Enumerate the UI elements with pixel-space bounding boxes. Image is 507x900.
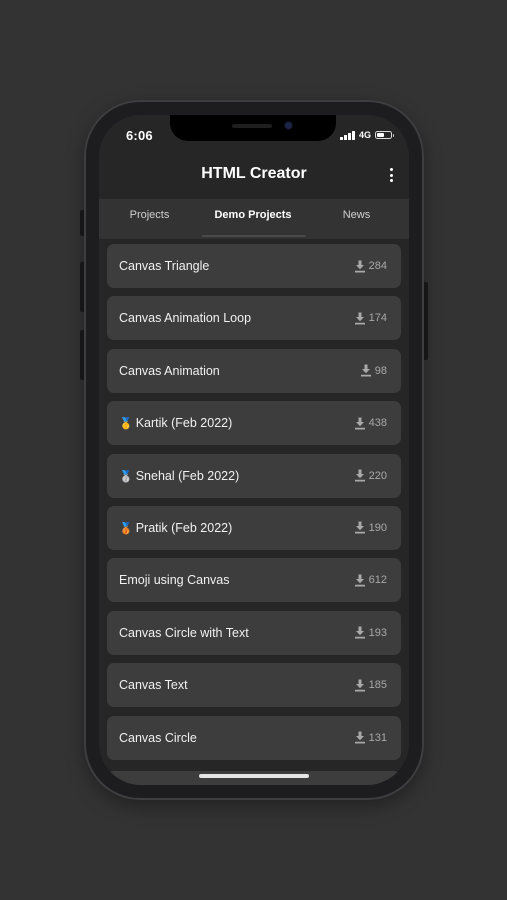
download-count-value: 174 bbox=[368, 312, 387, 325]
network-label: 4G bbox=[358, 130, 371, 140]
app-bar: HTML Creator bbox=[99, 153, 409, 197]
list-item[interactable]: Canvas Animation Loop 174 bbox=[107, 296, 401, 341]
item-title-text: Canvas Text bbox=[119, 678, 188, 693]
battery-icon bbox=[375, 131, 394, 139]
download-count: 220 bbox=[354, 454, 387, 498]
home-indicator[interactable] bbox=[199, 774, 309, 778]
download-count-value: 193 bbox=[368, 626, 387, 639]
download-icon bbox=[354, 574, 365, 587]
list-item[interactable]: Canvas Circle with Text 193 bbox=[107, 610, 401, 655]
download-icon bbox=[354, 626, 365, 639]
item-title: Canvas Animation Loop bbox=[119, 296, 251, 340]
download-count-value: 98 bbox=[374, 364, 387, 377]
medal-icon: 🥉 bbox=[119, 522, 133, 535]
notch bbox=[170, 115, 336, 141]
download-icon bbox=[354, 312, 365, 325]
status-indicators: 4G bbox=[340, 130, 394, 140]
download-count: 612 bbox=[354, 558, 387, 602]
download-count-value: 612 bbox=[368, 574, 387, 587]
item-title: 🥇 Kartik (Feb 2022) bbox=[119, 401, 232, 446]
list-item[interactable]: Canvas Animation 98 bbox=[107, 348, 401, 393]
download-count-value: 190 bbox=[368, 521, 387, 534]
item-title: Canvas Text bbox=[119, 663, 188, 707]
item-title: Canvas Circle bbox=[119, 716, 197, 760]
phone-screen: 6:06 4G HTML Creator Projects Demo Proje… bbox=[99, 115, 409, 785]
app-title: HTML Creator bbox=[201, 165, 307, 182]
item-title-text: Snehal (Feb 2022) bbox=[135, 468, 240, 483]
tab-demo-projects[interactable]: Demo Projects bbox=[201, 199, 305, 239]
download-icon bbox=[360, 364, 371, 377]
item-title: Canvas Circle with Text bbox=[119, 611, 249, 655]
download-icon bbox=[354, 469, 365, 482]
download-count: 185 bbox=[354, 663, 387, 707]
download-count: 284 bbox=[354, 244, 387, 288]
speaker bbox=[232, 124, 272, 128]
list-item[interactable]: Emoji using Canvas 612 bbox=[107, 558, 401, 603]
download-count: 174 bbox=[354, 296, 387, 340]
download-count: 438 bbox=[354, 401, 387, 445]
item-title-text: Canvas Animation bbox=[119, 363, 220, 378]
item-title-text: Pratik (Feb 2022) bbox=[135, 520, 233, 535]
tab-bar: Projects Demo Projects News bbox=[99, 199, 409, 239]
project-list: Canvas Triangle 284 Canvas Animation Loop 1… bbox=[107, 244, 401, 768]
item-title: Emoji using Canvas bbox=[119, 558, 229, 602]
more-vert-icon[interactable] bbox=[385, 166, 397, 184]
list-item[interactable]: Canvas Circle 131 bbox=[107, 715, 401, 760]
tab-news[interactable]: News bbox=[324, 199, 389, 239]
item-title: 🥉 Pratik (Feb 2022) bbox=[119, 506, 232, 551]
list-item[interactable]: 🥉 Pratik (Feb 2022) 190 bbox=[107, 505, 401, 551]
item-title-text: Canvas Animation Loop bbox=[119, 311, 252, 326]
medal-icon: 🥈 bbox=[119, 470, 133, 483]
download-count: 98 bbox=[360, 349, 387, 393]
signal-icon bbox=[340, 130, 355, 140]
item-title-text: Canvas Circle with Text bbox=[119, 625, 249, 640]
camera bbox=[285, 122, 292, 129]
download-icon bbox=[354, 521, 365, 534]
download-count-value: 131 bbox=[368, 731, 387, 744]
item-title-text: Canvas Triangle bbox=[119, 259, 210, 273]
download-icon bbox=[354, 679, 365, 692]
item-title-text: Canvas Circle bbox=[119, 730, 197, 745]
medal-icon: 🥇 bbox=[119, 418, 133, 431]
list-item[interactable]: 🥇 Kartik (Feb 2022) 438 bbox=[107, 401, 401, 446]
list-item[interactable]: Canvas Text 185 bbox=[107, 663, 401, 708]
item-title: Canvas Animation bbox=[119, 349, 220, 393]
download-icon bbox=[354, 260, 365, 272]
download-icon bbox=[354, 417, 365, 430]
download-count: 131 bbox=[354, 716, 387, 760]
download-count-value: 185 bbox=[368, 679, 387, 692]
list-item[interactable]: 🥈 Snehal (Feb 2022) 220 bbox=[107, 453, 401, 499]
download-icon bbox=[354, 731, 365, 744]
list-item[interactable]: Canvas Triangle 284 bbox=[107, 244, 401, 288]
phone-frame: 6:06 4G HTML Creator Projects Demo Proje… bbox=[84, 100, 424, 800]
download-count-value: 284 bbox=[368, 260, 387, 272]
tab-projects[interactable]: Projects bbox=[112, 199, 187, 239]
download-count: 193 bbox=[354, 611, 387, 655]
stage: 6:06 4G HTML Creator Projects Demo Proje… bbox=[0, 0, 507, 900]
download-count-value: 220 bbox=[368, 469, 387, 482]
item-title-text: Emoji using Canvas bbox=[119, 573, 230, 588]
download-count: 190 bbox=[354, 506, 387, 550]
item-title: 🥈 Snehal (Feb 2022) bbox=[119, 454, 239, 499]
status-time: 6:06 bbox=[126, 128, 153, 143]
item-title-text: Kartik (Feb 2022) bbox=[135, 416, 233, 431]
item-title: Canvas Triangle bbox=[119, 244, 209, 288]
download-count-value: 438 bbox=[368, 417, 387, 430]
tab-indicator bbox=[202, 235, 306, 237]
